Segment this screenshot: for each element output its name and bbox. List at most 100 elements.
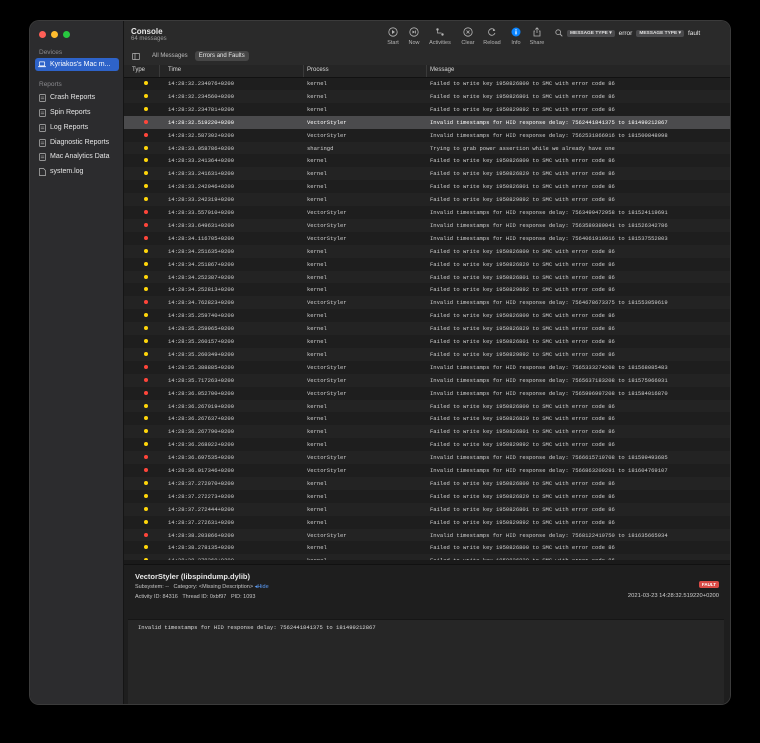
fault-indicator-icon: [144, 132, 148, 137]
table-row[interactable]: 14:28:36.267790+0200 kernel Failed to writ…: [124, 425, 730, 439]
table-row[interactable]: 14:28:36.697535+0200 VectorStyler Invalid …: [124, 451, 730, 464]
table-row[interactable]: 14:28:34.762823+0200 VectorStyler Invalid …: [124, 296, 730, 310]
sidebar-item-label: Crash Reports: [50, 94, 96, 101]
sidebar-item-device[interactable]: Kyriakos's Mac m...: [35, 58, 119, 71]
cell-message: Failed to write key 1950826800 to SMC wi…: [430, 247, 615, 255]
sidebar-item-system-log[interactable]: system.log: [35, 165, 119, 178]
table-row[interactable]: 14:28:32.519220+0200 VectorStyler Invalid …: [124, 115, 730, 129]
cell-process: kernel: [307, 196, 327, 204]
close-button[interactable]: [39, 31, 46, 38]
table-row[interactable]: 14:28:35.717263+0200 VectorStyler Invalid …: [124, 373, 730, 387]
table-row[interactable]: 14:28:32.234076+0200 kernel Failed to writ…: [124, 77, 730, 90]
table-row[interactable]: 14:28:32.234781+0200 kernel Failed to writ…: [124, 103, 730, 116]
search-token-message-type-1[interactable]: MESSAGE TYPE ▾: [567, 29, 615, 37]
error-indicator-icon: [144, 519, 148, 524]
table-row[interactable]: 14:28:34.252813+0200 kernel Failed to writ…: [124, 283, 730, 296]
now-icon: [409, 27, 419, 37]
table-row[interactable]: 14:28:34.252387+0200 kernel Failed to writ…: [124, 270, 730, 284]
table-row[interactable]: 14:28:33.242319+0200 kernel Failed to writ…: [124, 193, 730, 206]
activities-button[interactable]: Activities: [426, 27, 454, 46]
table-row[interactable]: 14:28:35.260349+0200 kernel Failed to writ…: [124, 347, 730, 361]
table-row[interactable]: 14:28:38.203866+0200 VectorStyler Invalid …: [124, 528, 730, 542]
table-row[interactable]: 14:28:35.388885+0200 VectorStyler Invalid …: [124, 361, 730, 374]
cell-time: 14:28:36.267637+0200: [168, 415, 235, 423]
cell-message: Failed to write key 1950826801 to SMC wi…: [430, 505, 615, 513]
table-row[interactable]: 14:28:37.272631+0200 kernel Failed to writ…: [124, 516, 730, 529]
table-row[interactable]: 14:28:36.267019+0200 kernel Failed to writ…: [124, 399, 730, 413]
cell-message: Failed to write key 1950829892 to SMC wi…: [430, 196, 615, 204]
table-row[interactable]: 14:28:33.557010+0200 VectorStyler Invalid …: [124, 206, 730, 219]
fault-badge: FAULT: [698, 581, 719, 588]
table-row[interactable]: 14:28:36.267637+0200 kernel Failed to writ…: [124, 412, 730, 425]
cell-message: Failed to write key 1950826800 to SMC wi…: [430, 479, 615, 487]
minimize-button[interactable]: [51, 31, 58, 38]
sidebar-item-log-reports[interactable]: Log Reports: [35, 121, 119, 134]
table-row[interactable]: 14:28:32.234560+0200 kernel Failed to writ…: [124, 89, 730, 103]
cell-message: Failed to write key 1950826829 to SMC wi…: [430, 325, 615, 333]
table-row[interactable]: 14:28:36.052700+0200 VectorStyler Invalid …: [124, 387, 730, 400]
sidebar-item-spin-reports[interactable]: Spin Reports: [35, 106, 119, 119]
cell-time: 14:28:35.717263+0200: [168, 376, 235, 384]
hide-link[interactable]: ◂Hide: [255, 584, 269, 590]
cell-message: Failed to write key 1950826801 to SMC wi…: [430, 428, 615, 436]
cell-time: 14:28:33.242319+0200: [168, 196, 235, 204]
column-type[interactable]: Type: [132, 67, 145, 77]
filter-all-messages[interactable]: All Messages: [148, 51, 192, 61]
table-row[interactable]: 14:28:34.251867+0200 kernel Failed to writ…: [124, 258, 730, 271]
column-time[interactable]: Time: [168, 67, 181, 77]
column-process[interactable]: Process: [307, 67, 329, 77]
table-row[interactable]: 14:28:33.241364+0200 kernel Failed to writ…: [124, 154, 730, 167]
sidebar-item-label: Diagnostic Reports: [50, 139, 110, 146]
cell-message: Invalid timestamps for HID response dela…: [430, 209, 668, 216]
search-token-message-type-2[interactable]: MESSAGE TYPE ▾: [636, 29, 684, 37]
zoom-button[interactable]: [63, 31, 70, 38]
sidebar-item-diagnostic-reports[interactable]: Diagnostic Reports: [35, 136, 119, 149]
sidebar-toggle-icon[interactable]: [132, 52, 140, 60]
table-row[interactable]: 14:28:33.241631+0200 kernel Failed to writ…: [124, 167, 730, 181]
filter-errors-and-faults[interactable]: Errors and Faults: [194, 51, 249, 61]
table-row[interactable]: 14:28:38.278135+0200 kernel Failed to writ…: [124, 541, 730, 554]
cell-time: 14:28:36.267790+0200: [168, 428, 235, 436]
message-body[interactable]: Invalid timestamps for HID response dela…: [128, 619, 724, 704]
cell-process: kernel: [307, 183, 327, 191]
table-row[interactable]: 14:28:33.242046+0200 kernel Failed to writ…: [124, 180, 730, 193]
table-row[interactable]: 14:28:34.116705+0200 VectorStyler Invalid …: [124, 232, 730, 245]
cell-process: VectorStyler: [307, 299, 347, 307]
cell-process: kernel: [307, 260, 327, 268]
cell-time: 14:28:33.242046+0200: [168, 183, 235, 191]
log-table[interactable]: 14:28:32.234076+0200 kernel Failed to writ…: [124, 77, 730, 560]
cell-message: Failed to write key 1950826800 to SMC wi…: [430, 312, 615, 320]
table-row[interactable]: 14:28:35.259965+0200 kernel Failed to writ…: [124, 322, 730, 335]
cell-time: 14:28:33.058786+0200: [168, 144, 235, 152]
now-button[interactable]: Now: [400, 27, 428, 46]
search-field[interactable]: MESSAGE TYPE ▾ error MESSAGE TYPE ▾ faul…: [555, 27, 700, 39]
message-count: 64 messages: [131, 36, 167, 42]
table-row[interactable]: 14:28:36.268022+0200 kernel Failed to writ…: [124, 438, 730, 451]
table-row[interactable]: 14:28:36.917346+0200 VectorStyler Invalid …: [124, 464, 730, 477]
fault-indicator-icon: [144, 119, 148, 124]
fault-indicator-icon: [144, 532, 148, 537]
cell-process: kernel: [307, 247, 327, 255]
table-row[interactable]: 14:28:34.251635+0200 kernel Failed to writ…: [124, 244, 730, 258]
cell-message: Invalid timestamps for HID response dela…: [430, 118, 668, 126]
table-row[interactable]: 14:28:37.272273+0200 kernel Failed to writ…: [124, 490, 730, 503]
cell-process: kernel: [307, 80, 327, 87]
sidebar-item-crash-reports[interactable]: Crash Reports: [35, 91, 119, 104]
cell-time: 14:28:34.252387+0200: [168, 273, 235, 281]
search-value-error: error: [618, 29, 633, 37]
cell-time: 14:28:32.587302+0200: [168, 131, 235, 139]
table-row[interactable]: 14:28:37.272444+0200 kernel Failed to writ…: [124, 502, 730, 516]
share-button[interactable]: Share: [523, 27, 551, 46]
table-row[interactable]: 14:28:32.587302+0200 VectorStyler Invalid …: [124, 129, 730, 142]
cell-process: VectorStyler: [307, 118, 347, 126]
cell-message: Invalid timestamps for HID response dela…: [430, 234, 668, 242]
table-row[interactable]: 14:28:33.058786+0200 sharingd Trying to gr…: [124, 141, 730, 155]
fault-indicator-icon: [144, 300, 148, 305]
table-row[interactable]: 14:28:33.649631+0200 VectorStyler Invalid …: [124, 218, 730, 232]
start-label: Start: [387, 40, 399, 46]
column-message[interactable]: Message: [430, 67, 454, 77]
sidebar-item-mac-analytics-data[interactable]: Mac Analytics Data: [35, 150, 119, 163]
table-row[interactable]: 14:28:37.272070+0200 kernel Failed to writ…: [124, 476, 730, 490]
table-row[interactable]: 14:28:35.259740+0200 kernel Failed to writ…: [124, 309, 730, 322]
table-row[interactable]: 14:28:35.260157+0200 kernel Failed to writ…: [124, 335, 730, 348]
